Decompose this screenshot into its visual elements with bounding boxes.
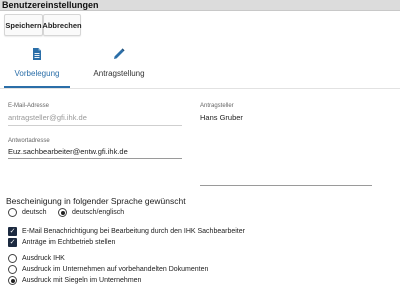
checkbox-label: E-Mail Benachrichtigung bei Bearbeitung … (22, 228, 245, 235)
print-option-label: Ausdruck IHK (22, 255, 65, 262)
window-titlebar: Benutzereinstellungen (0, 0, 400, 11)
radio-deutsch[interactable] (8, 208, 17, 217)
print-option-label: Ausdruck mit Siegeln im Unternehmen (22, 277, 142, 284)
reply-address-label: Antwortadresse (8, 138, 50, 144)
tab-vorbelegung-label: Vorbelegung (14, 69, 60, 78)
reply-address-input[interactable]: Euz.sachbearbeiter@entw.gfi.ihk.de (8, 147, 128, 156)
language-option-deutsch[interactable]: deutsch (8, 208, 47, 217)
tabs-divider (0, 88, 400, 89)
radio-print-pretreated[interactable] (8, 265, 17, 274)
reply-address-underline (8, 158, 182, 159)
language-section-title: Bescheinigung in folgender Sprache gewün… (6, 196, 186, 206)
checkmark-icon[interactable]: ✓ (8, 227, 17, 236)
applicant-value: Hans Gruber (200, 113, 243, 122)
email-field: antragsteller@gfi.ihk.de (8, 113, 87, 122)
radio-print-ihk[interactable] (8, 254, 17, 263)
cancel-button[interactable]: Abbrechen (42, 14, 82, 36)
applicant-underline (200, 185, 372, 186)
applicant-label: Antragsteller (200, 103, 234, 109)
print-option-label: Ausdruck im Unternehmen auf vorbehandelt… (22, 266, 209, 273)
tab-antragstellung[interactable]: Antragstellung (84, 44, 154, 86)
print-option-ihk[interactable]: Ausdruck IHK (8, 254, 65, 263)
radio-print-seals[interactable] (8, 276, 17, 285)
save-button[interactable]: Speichern (4, 14, 43, 36)
document-icon (33, 48, 41, 60)
language-option-label: deutsch (22, 209, 47, 216)
email-underline (8, 125, 182, 126)
checkbox-live-mode[interactable]: ✓ Anträge im Echtbetrieb stellen (8, 238, 115, 247)
radio-deutsch-englisch[interactable] (58, 208, 67, 217)
pencil-icon (114, 48, 125, 59)
language-option-deutsch-englisch[interactable]: deutsch/englisch (58, 208, 124, 217)
language-option-label: deutsch/englisch (72, 209, 125, 216)
checkbox-label: Anträge im Echtbetrieb stellen (22, 239, 116, 246)
checkmark-icon[interactable]: ✓ (8, 238, 17, 247)
email-label: E-Mail-Adresse (8, 103, 50, 109)
tab-antragstellung-label: Antragstellung (93, 69, 145, 78)
print-option-pretreated[interactable]: Ausdruck im Unternehmen auf vorbehandelt… (8, 265, 208, 274)
tab-vorbelegung[interactable]: Vorbelegung (4, 44, 70, 86)
checkbox-email-notification[interactable]: ✓ E-Mail Benachrichtigung bei Bearbeitun… (8, 227, 245, 236)
window-title: Benutzereinstellungen (2, 0, 99, 10)
print-option-seals[interactable]: Ausdruck mit Siegeln im Unternehmen (8, 276, 141, 285)
